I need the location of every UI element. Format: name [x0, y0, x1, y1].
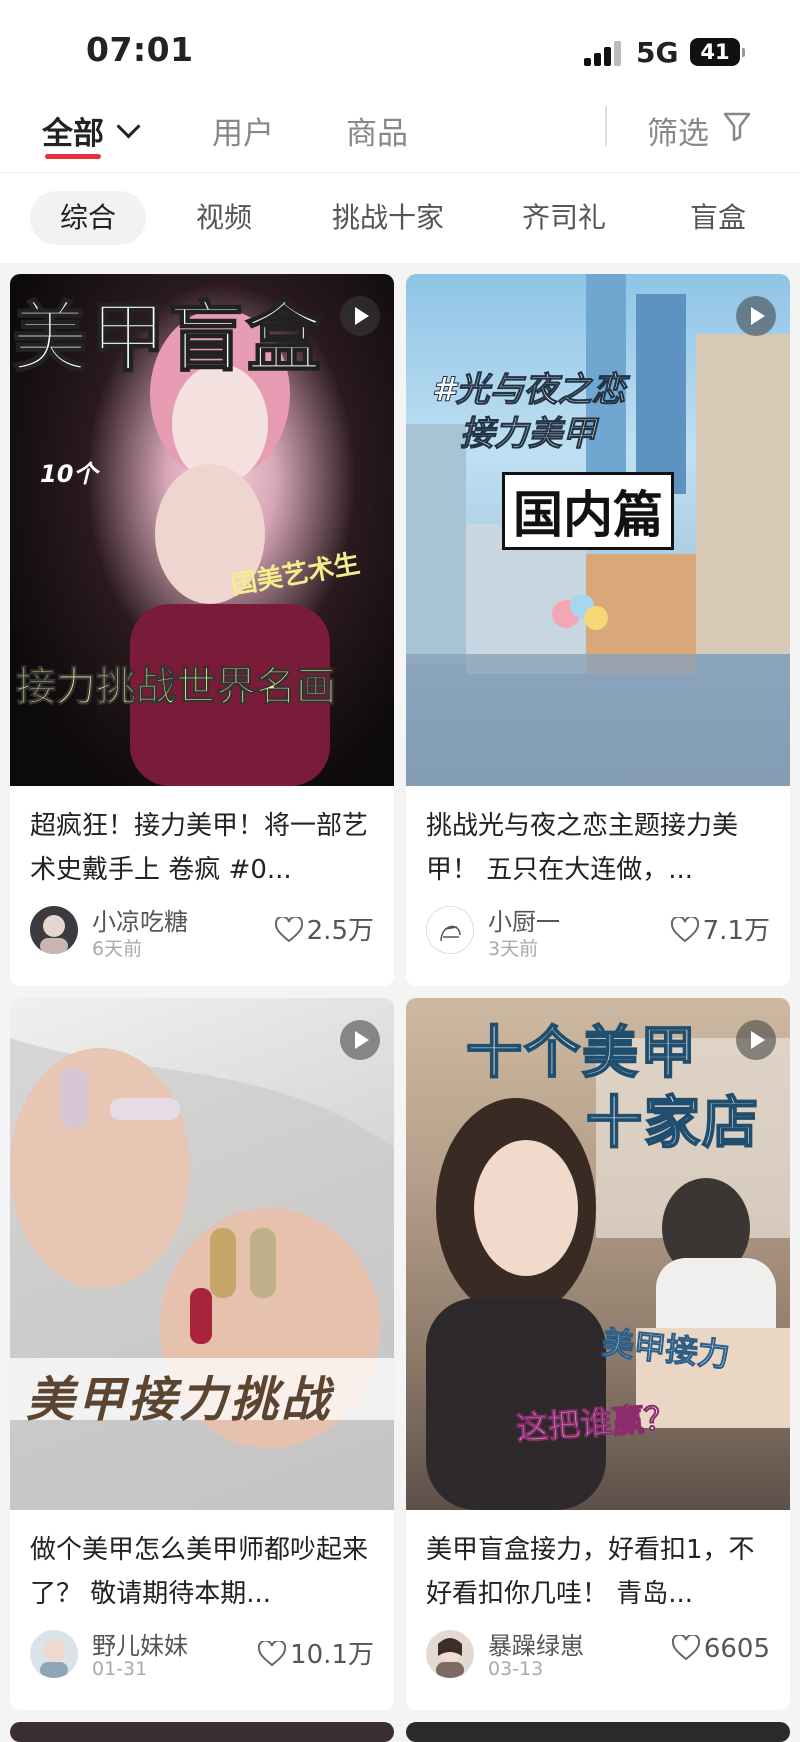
like-button[interactable]: 7.1万 — [670, 910, 770, 947]
avatar[interactable] — [426, 1630, 474, 1678]
search-type-tabs: 全部 用户 商品 筛选 — [0, 100, 800, 173]
note-title[interactable]: 做个美甲怎么美甲师都吵起来了？ 敬请期待本期... — [30, 1528, 375, 1616]
like-count: 2.5万 — [306, 916, 374, 946]
tab-products[interactable]: 商品 — [346, 108, 408, 153]
like-count: 7.1万 — [702, 916, 770, 946]
author-name[interactable]: 暴躁绿崽 — [488, 1626, 584, 1661]
post-date: 6天前 — [92, 938, 143, 960]
note-title[interactable]: 超疯狂！接力美甲！将一部艺术史戴手上 卷疯 #0... — [30, 804, 375, 892]
cover-illustration — [10, 1038, 394, 1510]
author-name[interactable]: 野儿妹妹 — [92, 1626, 188, 1661]
note-card[interactable]: 十个美甲 十家店 美甲接力 这把谁赢？ 美甲盲盒接力，好看扣1，不好看扣你几哇！… — [406, 998, 790, 1710]
note-card[interactable] — [10, 1722, 394, 1742]
filter-button[interactable]: 筛选 — [647, 108, 709, 153]
cover-headline: 美甲盲盒 — [11, 292, 324, 383]
like-count: 10.1万 — [290, 1640, 374, 1670]
cover-image[interactable]: 美甲盲盒 10个 国美艺术生 接力挑战世界名画 — [10, 274, 394, 786]
avatar[interactable] — [426, 906, 474, 954]
tab-users[interactable]: 用户 — [212, 108, 274, 153]
like-button[interactable]: 6605 — [671, 1634, 770, 1664]
heart-icon — [671, 1635, 700, 1661]
like-button[interactable]: 10.1万 — [258, 1634, 374, 1671]
divider — [605, 106, 607, 146]
cover-text: 10个 — [40, 460, 98, 488]
heart-icon — [274, 917, 303, 943]
like-count: 6605 — [703, 1634, 770, 1664]
play-icon — [340, 296, 380, 336]
chip-challenge[interactable]: 挑战十家 — [302, 191, 474, 245]
play-icon — [736, 1020, 776, 1060]
cover-headline: 美甲接力挑战 — [26, 1372, 333, 1428]
play-icon — [340, 1020, 380, 1060]
heart-icon — [258, 1641, 287, 1667]
post-date: 01-31 — [92, 1658, 148, 1680]
chevron-down-icon[interactable] — [116, 114, 141, 139]
filter-icon[interactable] — [722, 110, 752, 142]
note-card[interactable]: #光与夜之恋 接力美甲 国内篇 挑战光与夜之恋主题接力美甲！ 五只在大连做，..… — [406, 274, 790, 986]
chip-qisili[interactable]: 齐司礼 — [492, 191, 636, 245]
post-date: 03-13 — [488, 1658, 544, 1680]
note-card[interactable]: 美甲接力挑战 做个美甲怎么美甲师都吵起来了？ 敬请期待本期... 野儿妹妹 01… — [10, 998, 394, 1710]
cover-headline: 十家店 — [585, 1090, 760, 1157]
avatar[interactable] — [30, 906, 78, 954]
cover-text: #光与夜之恋 — [432, 370, 627, 411]
heart-icon — [670, 917, 699, 943]
network-label: 5G — [636, 36, 679, 69]
battery-icon: 41 — [690, 38, 745, 66]
note-title[interactable]: 美甲盲盒接力，好看扣1，不好看扣你几哇！ 青岛... — [426, 1528, 771, 1616]
like-button[interactable]: 2.5万 — [274, 910, 374, 947]
chip-comprehensive[interactable]: 综合 — [30, 191, 147, 245]
signal-icon — [584, 40, 624, 66]
post-date: 3天前 — [488, 938, 539, 960]
note-title[interactable]: 挑战光与夜之恋主题接力美甲！ 五只在大连做，... — [426, 804, 771, 892]
cover-image[interactable]: #光与夜之恋 接力美甲 国内篇 — [406, 274, 790, 786]
author-name[interactable]: 小厨一 — [488, 902, 560, 937]
author-name[interactable]: 小凉吃糖 — [92, 902, 188, 937]
cover-headline: 十个美甲 — [465, 1020, 698, 1087]
chip-blindbox[interactable]: 盲盒 — [660, 191, 776, 245]
play-icon — [736, 296, 776, 336]
status-bar: 07:01 5G 41 — [0, 0, 800, 100]
cover-image[interactable]: 美甲接力挑战 — [10, 998, 394, 1510]
avatar[interactable] — [30, 1630, 78, 1678]
cover-headline: 国内篇 — [502, 472, 674, 550]
cover-text: 接力美甲 — [460, 414, 597, 455]
cover-image[interactable]: 十个美甲 十家店 美甲接力 这把谁赢？ — [406, 998, 790, 1510]
cover-text: 接力挑战世界名画 — [16, 664, 337, 711]
active-tab-indicator — [45, 154, 101, 159]
note-card[interactable]: 美甲盲盒 10个 国美艺术生 接力挑战世界名画 超疯狂！接力美甲！将一部艺术史戴… — [10, 274, 394, 986]
category-chips: 综合 视频 挑战十家 齐司礼 盲盒 — [0, 173, 800, 263]
chip-video[interactable]: 视频 — [166, 191, 282, 245]
note-card[interactable] — [406, 1722, 790, 1742]
tab-all[interactable]: 全部 — [42, 108, 104, 153]
status-time: 07:01 — [86, 30, 194, 69]
